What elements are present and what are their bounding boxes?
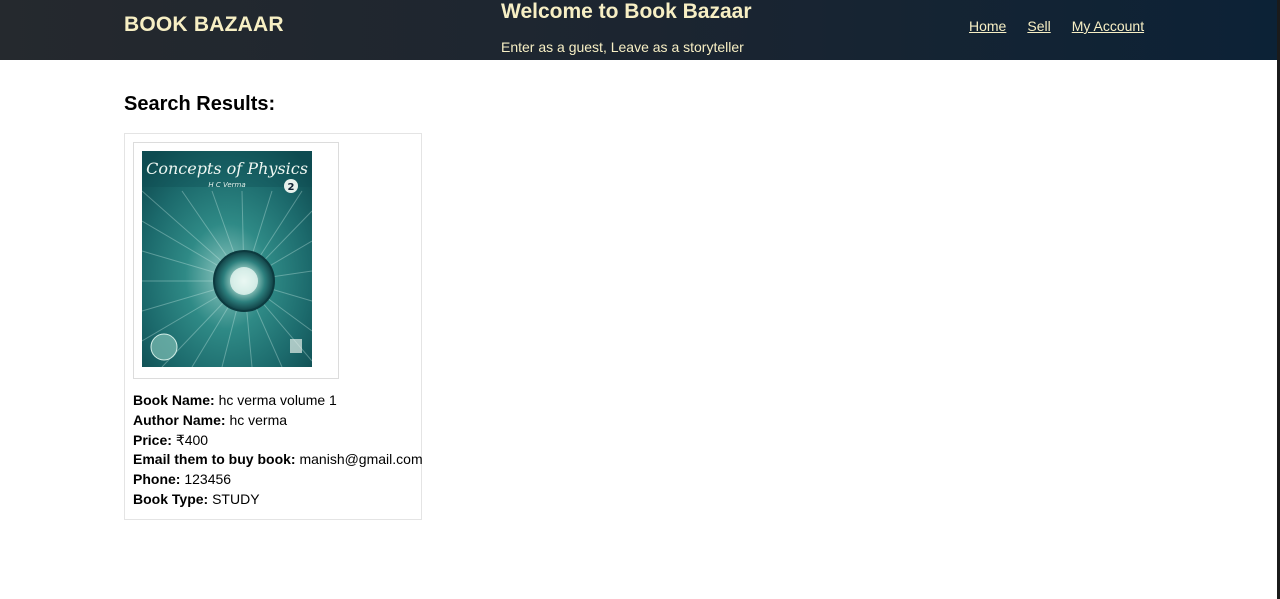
site-logo[interactable]: BOOK BAZAAR [124, 13, 284, 37]
email-row: Email them to buy book: manish@gmail.com [133, 450, 423, 470]
email-label: Email them to buy book: [133, 451, 296, 468]
phone-value: 123456 [184, 471, 232, 488]
book-name-value: hc verma volume 1 [218, 392, 337, 408]
main-nav: Home Sell My Account [969, 18, 1144, 34]
results-title: Search Results: [124, 93, 276, 115]
book-type-row: Book Type: STUDY [133, 490, 423, 510]
price-label: Price: [133, 431, 172, 448]
phone-row: Phone: 123456 [133, 470, 423, 490]
book-card: Concepts of Physics H C Verma 2 Book Nam… [124, 133, 423, 520]
book-image-frame: Concepts of Physics H C Verma 2 [133, 142, 339, 379]
book-type-value: STUDY [212, 490, 260, 507]
email-value: manish@gmail.com [299, 451, 423, 468]
price-row: Price: ₹400 [133, 431, 423, 451]
book-name-row: Book Name: hc verma volume 1 [133, 391, 423, 411]
cover-title: Concepts of Physics [146, 159, 308, 178]
nav-home-link[interactable]: Home [969, 18, 1006, 34]
site-header: BOOK BAZAAR Welcome to Book Bazaar Enter… [0, 0, 1277, 60]
nav-account-link[interactable]: My Account [1072, 18, 1144, 34]
welcome-title: Welcome to Book Bazaar [501, 0, 752, 23]
cover-author: H C Verma [208, 181, 245, 189]
author-name-label: Author Name: [133, 411, 226, 428]
author-name-value: hc verma [229, 411, 288, 428]
welcome-subtitle: Enter as a guest, Leave as a storyteller [501, 39, 744, 55]
book-name-label: Book Name: [133, 392, 215, 408]
book-type-label: Book Type: [133, 490, 209, 507]
cover-volume: 2 [288, 182, 295, 193]
book-cover-image[interactable]: Concepts of Physics H C Verma 2 [142, 151, 312, 367]
nav-sell-link[interactable]: Sell [1027, 18, 1050, 34]
phone-label: Phone: [133, 471, 181, 488]
book-details: Book Name: hc verma volume 1 Author Name… [133, 391, 423, 510]
author-name-row: Author Name: hc verma [133, 411, 423, 431]
price-value: ₹400 [175, 431, 209, 448]
